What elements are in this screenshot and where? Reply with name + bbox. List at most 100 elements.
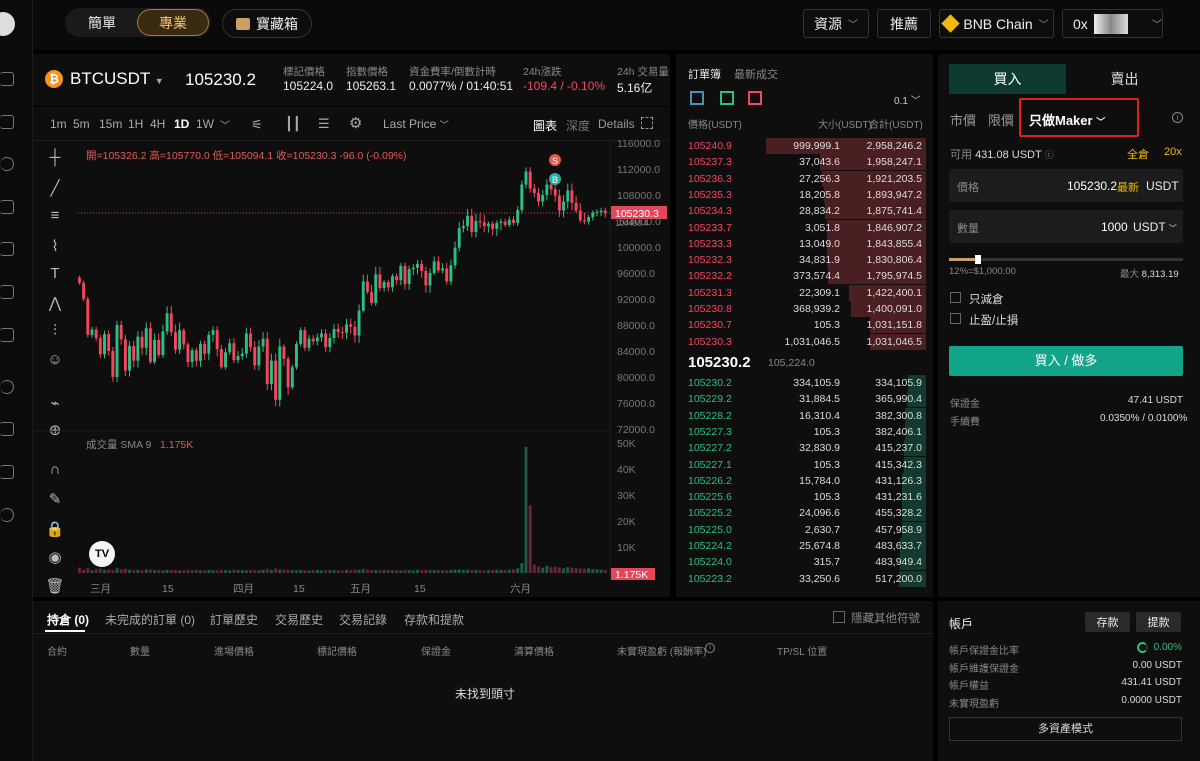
hide-other-checkbox[interactable] <box>833 611 845 623</box>
order-type-maker-dropdown[interactable]: 只做Maker ﹀ <box>1019 98 1139 137</box>
tpsl-checkbox[interactable] <box>950 313 961 324</box>
asks-row[interactable]: 105232.3 34,831.9 1,830,806.4 <box>682 252 932 269</box>
nav-icon-1[interactable] <box>0 72 14 86</box>
nav-icon-10[interactable] <box>0 465 14 479</box>
asks-row[interactable]: 105235.3 18,205.8 1,893,947.2 <box>682 186 932 203</box>
deposit-button[interactable]: 存款 <box>1085 612 1130 632</box>
layout-both-icon[interactable] <box>690 91 704 105</box>
row-size: 1,031,046.5 <box>784 335 840 348</box>
multi-asset-button[interactable]: 多資產模式 <box>949 717 1182 741</box>
order-type-limit[interactable]: 限價 <box>988 110 1014 129</box>
network-dropdown[interactable]: BNB Chain ﹀ <box>939 9 1054 38</box>
volume-bar <box>215 570 219 573</box>
bids-row[interactable]: 105229.2 31,884.5 365,990.4 <box>682 391 932 408</box>
tab-orderbook[interactable]: 訂單簿 <box>688 66 721 82</box>
nav-icon-8[interactable] <box>0 380 14 394</box>
row-total: 431,231.6 <box>875 491 922 504</box>
layout-asks-icon[interactable] <box>748 91 762 105</box>
candle-body <box>374 274 378 303</box>
asks-row[interactable]: 105230.8 368,939.2 1,400,091.0 <box>682 301 932 317</box>
info-icon[interactable]: i <box>705 643 715 653</box>
price-input[interactable]: 價格 105230.2 最新 USDT <box>949 169 1183 202</box>
wallet-dropdown[interactable]: 0x ﹀ <box>1062 9 1163 38</box>
asks-row[interactable]: 105234.3 28,834.2 1,875,741.4 <box>682 203 932 220</box>
latest-price-button[interactable]: 最新 <box>1117 179 1139 195</box>
bids-row[interactable]: 105227.2 32,830.9 415,237.0 <box>682 440 932 457</box>
withdraw-button[interactable]: 提款 <box>1136 612 1181 632</box>
asks-row[interactable]: 105233.7 3,051.8 1,846,907.2 <box>682 219 932 236</box>
asks-row[interactable]: 105233.3 13,049.0 1,843,855.4 <box>682 235 932 252</box>
exchange-icon[interactable]: ⓒ <box>1045 150 1054 160</box>
nav-icon-6[interactable] <box>0 285 14 299</box>
info-icon[interactable]: i <box>1172 112 1183 123</box>
asks-row[interactable]: 105230.7 105.3 1,031,151.8 <box>682 317 932 334</box>
resources-dropdown[interactable]: 資源 ﹀ <box>803 9 869 38</box>
candle-body <box>587 217 591 222</box>
mid-price: 105230.2 <box>688 354 751 371</box>
column-header: 標記價格 <box>317 647 357 658</box>
order-type-market[interactable]: 市價 <box>950 110 976 129</box>
positions-tab[interactable]: 交易記錄 <box>339 611 387 628</box>
asks-row[interactable]: 105236.3 27,256.3 1,921,203.5 <box>682 170 932 187</box>
volume-tick: 40K <box>617 464 636 476</box>
size-slider[interactable] <box>949 255 1183 264</box>
asks-row[interactable]: 105232.2 373,574.4 1,795,974.5 <box>682 268 932 285</box>
quantity-input[interactable]: 數量 1000 USDT ﹀ <box>949 210 1183 243</box>
bids-row[interactable]: 105223.2 33,250.6 517,200.0 <box>682 570 932 587</box>
asks-row[interactable]: 105237.3 37,043.6 1,958,247.1 <box>682 154 932 171</box>
volume-bar <box>566 567 570 573</box>
candle-body <box>161 331 165 355</box>
asks-row[interactable]: 105230.3 1,031,046.5 1,031,046.5 <box>682 333 932 350</box>
mode-simple-button[interactable]: 簡單 <box>69 9 135 36</box>
nav-icon-7[interactable] <box>0 328 14 342</box>
bids-row[interactable]: 105226.2 15,784.0 431,126.3 <box>682 472 932 489</box>
positions-tab[interactable]: 交易歷史 <box>275 611 323 628</box>
chevron-down-icon: ﹀ <box>1038 20 1049 31</box>
slider-handle[interactable] <box>975 255 981 264</box>
positions-tab[interactable]: 持倉 (0) <box>47 611 89 628</box>
nav-icon-5[interactable] <box>0 242 14 256</box>
nav-icon-4[interactable] <box>0 200 14 214</box>
positions-tab[interactable]: 訂單歷史 <box>210 611 258 628</box>
margin-mode-button[interactable]: 全倉 <box>1127 146 1149 162</box>
submit-buy-button[interactable]: 買入 / 做多 <box>949 346 1183 376</box>
bids-row[interactable]: 105228.2 16,310.4 382,300.8 <box>682 407 932 424</box>
tradingview-logo[interactable]: TV <box>89 541 115 567</box>
asks-row[interactable]: 105231.3 22,309.1 1,422,400.1 <box>682 284 932 301</box>
bids-row[interactable]: 105224.2 25,674.8 483,633.7 <box>682 538 932 554</box>
layout-bids-icon[interactable] <box>720 91 734 105</box>
bids-row[interactable]: 105230.2 334,105.9 334,105.9 <box>682 375 932 391</box>
buy-tab[interactable]: 買入 <box>949 64 1066 94</box>
bids-row[interactable]: 105227.3 105.3 382,406.1 <box>682 423 932 440</box>
positions-tab[interactable]: 存款和提款 <box>404 611 464 628</box>
quantity-unit-label: USDT <box>1133 220 1166 234</box>
treasure-button[interactable]: 寶藏箱 <box>222 9 312 38</box>
recommend-button[interactable]: 推薦 <box>877 9 931 38</box>
bids-row[interactable]: 105225.6 105.3 431,231.6 <box>682 489 932 506</box>
tick-size-dropdown[interactable]: 0.1 ﹀ <box>894 92 921 107</box>
quantity-unit[interactable]: USDT ﹀ <box>1133 220 1177 234</box>
tab-recent-trades[interactable]: 最新成交 <box>734 66 778 82</box>
nav-icon-9[interactable] <box>0 422 14 436</box>
logo-icon[interactable] <box>0 12 15 36</box>
symbol-selector[interactable]: BTCUSDT ▼ <box>70 69 164 89</box>
positions-tab[interactable]: 未完成的訂單 (0) <box>105 611 195 628</box>
volume-tag: 1.175K <box>615 569 648 581</box>
bids-row[interactable]: 105227.1 105.3 415,342.3 <box>682 456 932 473</box>
price-chart[interactable]: 116000.0112000.0108000.0104000.0100000.0… <box>33 107 670 597</box>
leverage-button[interactable]: 20x <box>1164 146 1182 158</box>
nav-icon-2[interactable] <box>0 115 14 129</box>
nav-icon-11[interactable] <box>0 508 14 522</box>
bids-row[interactable]: 105225.0 2,630.7 457,958.9 <box>682 521 932 538</box>
reduce-only-checkbox[interactable] <box>950 292 961 303</box>
sell-tab[interactable]: 賣出 <box>1066 64 1183 94</box>
bids-row[interactable]: 105224.0 315.7 483,949.4 <box>682 554 932 571</box>
bids-row[interactable]: 105225.2 24,096.6 455,328.2 <box>682 505 932 522</box>
candle-body <box>103 334 106 355</box>
nav-icon-3[interactable] <box>0 157 14 171</box>
asks-row[interactable]: 105240.9 999,999.1 2,958,246.2 <box>682 138 932 154</box>
slider-max: 最大 8,313.19 <box>1120 266 1179 280</box>
mode-pro-button[interactable]: 專業 <box>137 9 209 36</box>
candle-body <box>357 310 361 336</box>
column-header: 清算價格 <box>514 647 554 658</box>
